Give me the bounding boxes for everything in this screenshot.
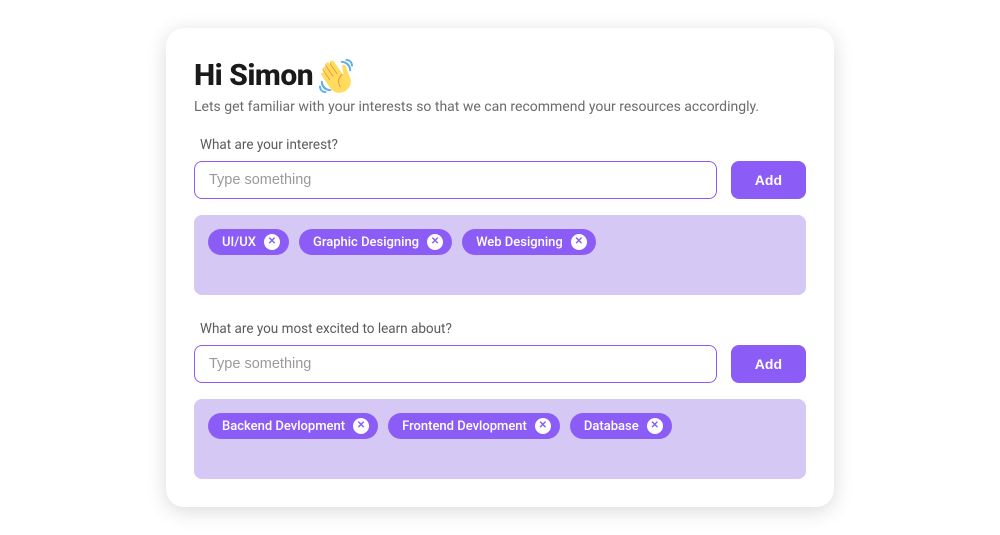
excited-chips: Backend Devlopment ✕ Frontend Devlopment…	[194, 399, 806, 479]
close-icon[interactable]: ✕	[353, 418, 369, 434]
chip-label: Graphic Designing	[313, 235, 419, 250]
excited-input[interactable]	[194, 345, 717, 383]
close-icon[interactable]: ✕	[264, 234, 280, 250]
chip: UI/UX ✕	[208, 229, 289, 255]
interests-input[interactable]	[194, 161, 717, 199]
close-icon[interactable]: ✕	[647, 418, 663, 434]
chip: Backend Devlopment ✕	[208, 413, 378, 439]
chip-label: UI/UX	[222, 235, 256, 250]
excited-label: What are you most excited to learn about…	[200, 321, 806, 337]
chip-label: Database	[584, 419, 639, 434]
chip: Web Designing ✕	[462, 229, 596, 255]
interests-section: What are your interest? Add UI/UX ✕ Grap…	[194, 137, 806, 295]
interests-input-row: Add	[194, 161, 806, 199]
chip-label: Backend Devlopment	[222, 419, 345, 434]
close-icon[interactable]: ✕	[571, 234, 587, 250]
chip-label: Web Designing	[476, 235, 563, 250]
onboarding-card: Hi Simon Lets get familiar with your int…	[166, 28, 834, 507]
excited-input-row: Add	[194, 345, 806, 383]
excited-section: What are you most excited to learn about…	[194, 321, 806, 479]
header: Hi Simon	[194, 58, 806, 93]
chip-label: Frontend Devlopment	[402, 419, 527, 434]
interests-chips: UI/UX ✕ Graphic Designing ✕ Web Designin…	[194, 215, 806, 295]
interests-label: What are your interest?	[200, 137, 806, 153]
wave-hand-icon	[319, 59, 353, 93]
excited-add-button[interactable]: Add	[731, 345, 806, 383]
page-title: Hi Simon	[194, 58, 313, 93]
chip: Frontend Devlopment ✕	[388, 413, 560, 439]
page-subtitle: Lets get familiar with your interests so…	[194, 99, 806, 115]
chip: Database ✕	[570, 413, 672, 439]
interests-add-button[interactable]: Add	[731, 161, 806, 199]
close-icon[interactable]: ✕	[427, 234, 443, 250]
chip: Graphic Designing ✕	[299, 229, 452, 255]
close-icon[interactable]: ✕	[535, 418, 551, 434]
